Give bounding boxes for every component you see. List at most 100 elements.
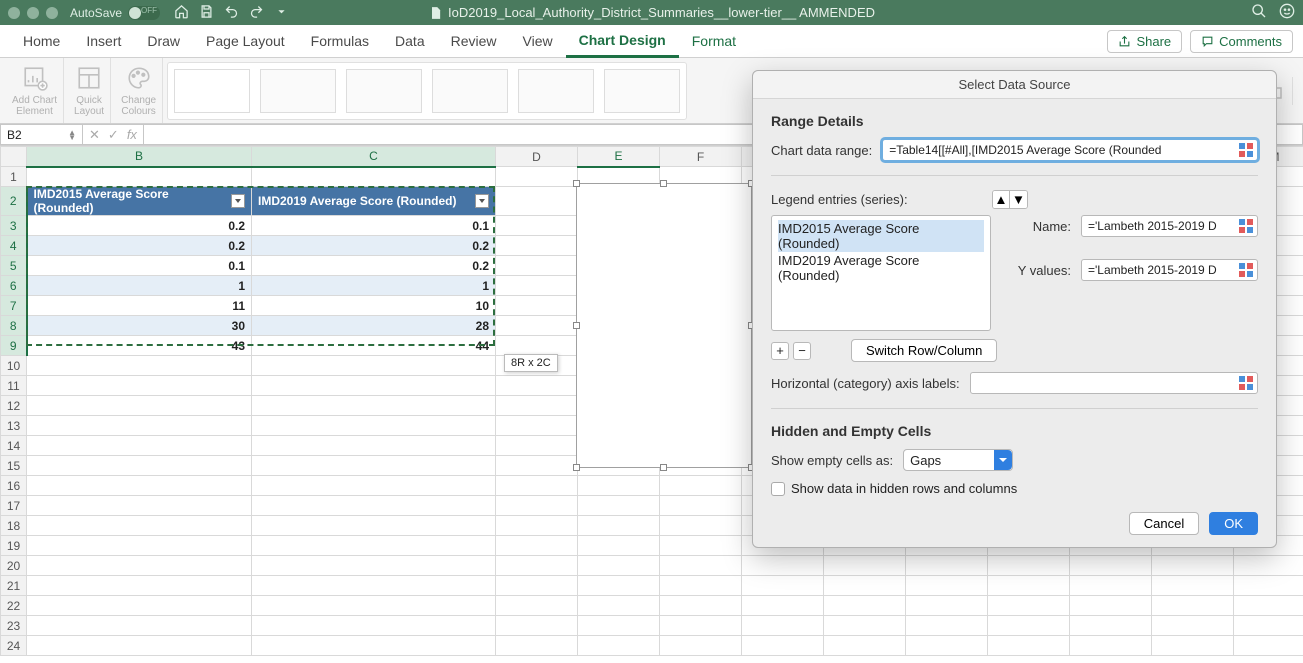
cell[interactable]: [496, 336, 578, 356]
cell[interactable]: [578, 636, 660, 656]
filter-dropdown-icon[interactable]: [475, 194, 489, 208]
series-name-input[interactable]: ='Lambeth 2015-2019 D: [1081, 215, 1258, 237]
enter-formula-icon[interactable]: ✓: [108, 127, 119, 143]
cell[interactable]: [824, 556, 906, 576]
cell[interactable]: [27, 456, 252, 476]
cell[interactable]: [1070, 556, 1152, 576]
cell[interactable]: [988, 616, 1070, 636]
cell[interactable]: [906, 576, 988, 596]
cell[interactable]: 0.2: [252, 256, 496, 276]
cell[interactable]: [252, 556, 496, 576]
tab-chart-design[interactable]: Chart Design: [566, 25, 679, 58]
row-header[interactable]: 19: [1, 536, 27, 556]
row-header[interactable]: 6: [1, 276, 27, 296]
cell[interactable]: 0.2: [252, 236, 496, 256]
undo-icon[interactable]: [224, 4, 239, 22]
range-picker-icon[interactable]: [1239, 263, 1254, 278]
cell[interactable]: [252, 476, 496, 496]
cell[interactable]: [1070, 596, 1152, 616]
tab-insert[interactable]: Insert: [73, 25, 134, 58]
cell[interactable]: 1: [27, 276, 252, 296]
cell[interactable]: [252, 536, 496, 556]
cancel-button[interactable]: Cancel: [1129, 512, 1199, 535]
row-header[interactable]: 2: [1, 187, 27, 216]
show-hidden-checkbox[interactable]: Show data in hidden rows and columns: [771, 481, 1258, 496]
cell[interactable]: [906, 616, 988, 636]
cell[interactable]: [1152, 636, 1234, 656]
cell[interactable]: [496, 596, 578, 616]
row-header[interactable]: 22: [1, 596, 27, 616]
cell[interactable]: [1152, 576, 1234, 596]
series-order-stepper[interactable]: ▲ ▼: [992, 190, 1028, 209]
cell[interactable]: [496, 516, 578, 536]
style-thumb[interactable]: [432, 69, 508, 113]
cell[interactable]: [496, 496, 578, 516]
cell[interactable]: [742, 556, 824, 576]
quick-layout-button[interactable]: Quick Layout: [68, 58, 111, 123]
tab-page-layout[interactable]: Page Layout: [193, 25, 298, 58]
tab-review[interactable]: Review: [438, 25, 510, 58]
row-header[interactable]: 10: [1, 356, 27, 376]
cell[interactable]: [496, 276, 578, 296]
series-item[interactable]: IMD2019 Average Score (Rounded): [778, 252, 984, 284]
tab-format[interactable]: Format: [679, 25, 749, 58]
cell[interactable]: [578, 476, 660, 496]
cell[interactable]: 30: [27, 316, 252, 336]
cell[interactable]: [496, 636, 578, 656]
cell[interactable]: 1: [252, 276, 496, 296]
maximize-window-icon[interactable]: [46, 7, 58, 19]
row-header[interactable]: 3: [1, 216, 27, 236]
row-header[interactable]: 7: [1, 296, 27, 316]
horizontal-axis-labels-input[interactable]: [970, 372, 1258, 394]
cell[interactable]: [27, 356, 252, 376]
cell[interactable]: [252, 436, 496, 456]
cell[interactable]: [496, 316, 578, 336]
search-icon[interactable]: [1251, 3, 1267, 22]
cell[interactable]: [496, 187, 578, 216]
redo-icon[interactable]: [249, 4, 264, 22]
cell[interactable]: [252, 496, 496, 516]
minimize-window-icon[interactable]: [27, 7, 39, 19]
cell[interactable]: [1070, 616, 1152, 636]
cell[interactable]: [496, 616, 578, 636]
cell[interactable]: [1152, 596, 1234, 616]
style-thumb[interactable]: [260, 69, 336, 113]
cell[interactable]: [252, 456, 496, 476]
cell[interactable]: [578, 536, 660, 556]
cell[interactable]: [27, 556, 252, 576]
cell[interactable]: [27, 167, 252, 187]
cell[interactable]: [742, 576, 824, 596]
cell[interactable]: [252, 356, 496, 376]
tab-data[interactable]: Data: [382, 25, 438, 58]
select-all-corner[interactable]: [1, 147, 27, 167]
cell[interactable]: 0.2: [27, 216, 252, 236]
add-series-button[interactable]: +: [771, 342, 789, 360]
close-window-icon[interactable]: [8, 7, 20, 19]
home-icon[interactable]: [174, 4, 189, 22]
cell[interactable]: [660, 556, 742, 576]
cell[interactable]: [496, 167, 578, 187]
cell[interactable]: IMD2015 Average Score (Rounded): [27, 187, 252, 216]
cell[interactable]: [27, 476, 252, 496]
dropdown-icon[interactable]: ▲▼: [68, 130, 76, 140]
col-header[interactable]: D: [496, 147, 578, 167]
cell[interactable]: [1070, 636, 1152, 656]
y-values-input[interactable]: ='Lambeth 2015-2019 D: [1081, 259, 1258, 281]
row-header[interactable]: 21: [1, 576, 27, 596]
chart-data-range-input[interactable]: =Table14[[#All],[IMD2015 Average Score (…: [882, 139, 1258, 161]
cell[interactable]: [496, 376, 578, 396]
cell[interactable]: [496, 576, 578, 596]
cell[interactable]: [578, 556, 660, 576]
tab-view[interactable]: View: [510, 25, 566, 58]
cell[interactable]: [496, 436, 578, 456]
cell[interactable]: 44: [252, 336, 496, 356]
row-header[interactable]: 15: [1, 456, 27, 476]
cell[interactable]: [27, 536, 252, 556]
autosave-toggle[interactable]: AutoSave OFF: [70, 6, 160, 20]
series-item[interactable]: IMD2015 Average Score (Rounded): [778, 220, 984, 252]
col-header[interactable]: F: [660, 147, 742, 167]
cell[interactable]: [824, 576, 906, 596]
switch-row-column-button[interactable]: Switch Row/Column: [851, 339, 997, 362]
cell[interactable]: [660, 516, 742, 536]
cell[interactable]: [906, 556, 988, 576]
